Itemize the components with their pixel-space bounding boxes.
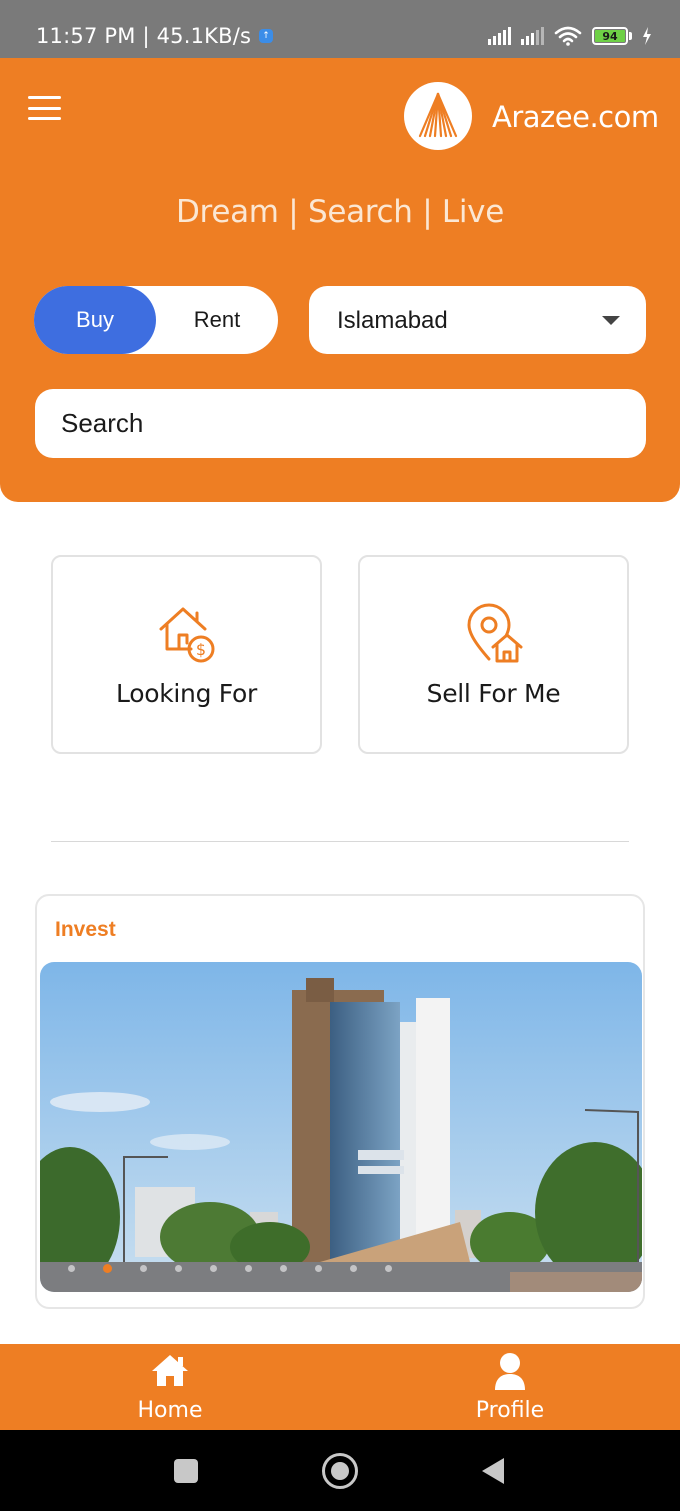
looking-for-label: Looking For xyxy=(116,679,257,708)
header: Arazee.com Dream | Search | Live Buy Ren… xyxy=(0,58,680,502)
carousel-dot[interactable] xyxy=(68,1265,75,1272)
home-icon xyxy=(152,1355,188,1386)
house-dollar-icon: $ xyxy=(157,603,217,670)
carousel-dot[interactable] xyxy=(385,1265,392,1272)
user-icon xyxy=(495,1353,525,1390)
looking-for-card[interactable]: $ Looking For xyxy=(51,555,322,754)
carousel-dot[interactable] xyxy=(245,1265,252,1272)
invest-carousel-image[interactable] xyxy=(40,962,642,1292)
upload-indicator-icon: ↑ xyxy=(259,29,274,43)
buy-rent-toggle: Buy Rent xyxy=(34,286,278,354)
location-house-icon xyxy=(463,603,525,670)
city-dropdown[interactable]: Islamabad xyxy=(309,286,646,354)
recents-icon[interactable] xyxy=(174,1459,198,1483)
carousel-dot[interactable] xyxy=(350,1265,357,1272)
system-navigation-bar xyxy=(0,1430,680,1511)
carousel-dot[interactable] xyxy=(315,1265,322,1272)
wifi-icon xyxy=(554,26,582,46)
chevron-down-icon xyxy=(602,316,620,325)
nav-home-label: Home xyxy=(137,1398,203,1423)
charging-icon xyxy=(643,27,651,45)
bottom-navigation: Home Profile xyxy=(0,1344,680,1430)
carousel-indicators xyxy=(68,1264,392,1273)
svg-text:$: $ xyxy=(195,640,205,659)
nav-profile[interactable]: Profile xyxy=(410,1344,610,1430)
invest-section: Invest xyxy=(35,894,645,1309)
signal-strength-icon-2 xyxy=(521,27,544,45)
section-divider xyxy=(51,841,629,842)
city-value: Islamabad xyxy=(337,307,448,334)
carousel-dot[interactable] xyxy=(175,1265,182,1272)
tower-building-image xyxy=(40,962,642,1292)
nav-profile-label: Profile xyxy=(475,1398,545,1423)
buy-toggle-button[interactable]: Buy xyxy=(34,286,156,354)
sell-for-me-card[interactable]: Sell For Me xyxy=(358,555,629,754)
arazee-logo-mark-icon xyxy=(418,92,458,138)
hamburger-menu-icon[interactable] xyxy=(28,96,61,120)
status-text: 11:57 PM | 45.1KB/s xyxy=(36,24,252,48)
carousel-dot[interactable] xyxy=(140,1265,147,1272)
arazee-logo xyxy=(404,82,472,150)
invest-title: Invest xyxy=(55,918,116,941)
status-time-speed: 11:57 PM | 45.1KB/s ↑ xyxy=(36,24,274,48)
nav-home[interactable]: Home xyxy=(70,1344,270,1430)
status-icons: 94 xyxy=(488,26,652,46)
carousel-dot[interactable] xyxy=(280,1265,287,1272)
brand-name: Arazee.com xyxy=(492,100,659,134)
system-home-icon[interactable] xyxy=(322,1453,358,1489)
carousel-dot[interactable] xyxy=(210,1265,217,1272)
search-input[interactable] xyxy=(35,389,646,458)
carousel-dot-active[interactable] xyxy=(103,1264,112,1273)
sell-for-me-label: Sell For Me xyxy=(426,679,561,708)
rent-toggle-button[interactable]: Rent xyxy=(156,286,278,354)
battery-icon: 94 xyxy=(592,27,632,45)
back-icon[interactable] xyxy=(482,1458,504,1484)
signal-strength-icon xyxy=(488,27,511,45)
tagline: Dream | Search | Live xyxy=(175,194,504,230)
status-bar: 11:57 PM | 45.1KB/s ↑ 94 xyxy=(0,0,680,58)
battery-level: 94 xyxy=(595,30,625,43)
